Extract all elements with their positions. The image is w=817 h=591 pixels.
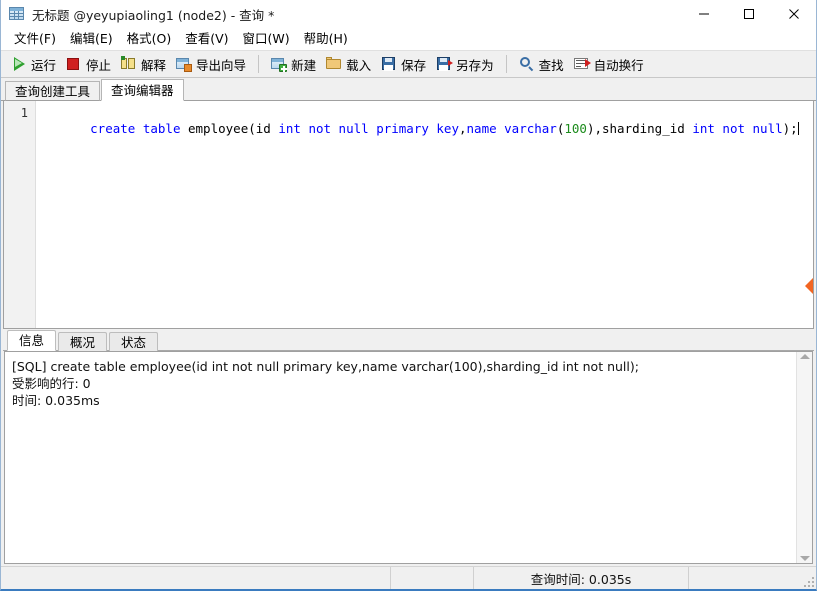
sql-code-area[interactable]: create table employee(id int not null pr… <box>36 101 813 328</box>
toolbar: 运行 停止 解释 导出向导 新建 <box>1 50 816 78</box>
export-wizard-label: 导出向导 <box>196 55 246 74</box>
minimize-button[interactable] <box>681 0 726 28</box>
sql-statement: create table employee(id int not null pr… <box>90 121 798 136</box>
message-output-area: [SQL] create table employee(id int not n… <box>4 351 813 564</box>
line-number-gutter: 1 <box>4 101 36 328</box>
close-icon <box>788 8 800 20</box>
scroll-up-icon[interactable] <box>800 354 810 359</box>
save-as-label: 另存为 <box>456 55 494 74</box>
tab-status[interactable]: 状态 <box>109 332 158 351</box>
word-wrap-icon <box>574 56 590 72</box>
close-button[interactable] <box>771 0 816 28</box>
stop-label: 停止 <box>86 55 111 74</box>
save-as-button[interactable]: 另存为 <box>431 53 499 75</box>
results-panel: 信息 概况 状态 [SQL] create table employee(id … <box>1 329 816 566</box>
export-wizard-button[interactable]: 导出向导 <box>171 53 251 75</box>
query-editor-window: 无标题 @yeyupiaoling1 (node2) - 查询 * 文件 <box>0 0 817 591</box>
status-query-time: 查询时间: 0.035s <box>474 567 689 589</box>
save-button[interactable]: 保存 <box>376 53 431 75</box>
run-label: 运行 <box>31 55 56 74</box>
edit-marker-icon <box>805 277 814 295</box>
sql-editor[interactable]: 1 create table employee(id int not null … <box>3 101 814 329</box>
tab-info[interactable]: 信息 <box>7 330 56 351</box>
message-text: [SQL] create table employee(id int not n… <box>5 352 796 563</box>
folder-open-icon <box>326 56 342 72</box>
stop-button[interactable]: 停止 <box>61 53 116 75</box>
new-table-icon <box>271 56 287 72</box>
floppy-disk-arrow-icon <box>436 56 452 72</box>
floppy-disk-icon <box>381 56 397 72</box>
line-number: 1 <box>4 105 35 121</box>
toolbar-separator-1 <box>258 55 259 73</box>
table-grid-icon <box>9 6 25 22</box>
tab-query-builder-label: 查询创建工具 <box>15 84 90 99</box>
menu-window[interactable]: 窗口(W) <box>236 29 297 49</box>
tab-query-editor[interactable]: 查询编辑器 <box>101 79 184 101</box>
menu-bar: 文件(F) 编辑(E) 格式(O) 查看(V) 窗口(W) 帮助(H) <box>1 28 816 50</box>
tab-status-label: 状态 <box>121 335 146 350</box>
maximize-icon <box>743 8 755 20</box>
status-cell-2 <box>391 567 474 589</box>
tab-info-label: 信息 <box>19 333 44 348</box>
menu-format-label: 格式(O) <box>127 31 172 46</box>
menu-file[interactable]: 文件(F) <box>7 29 63 49</box>
find-label: 查找 <box>539 55 564 74</box>
play-icon <box>11 56 27 72</box>
save-label: 保存 <box>401 55 426 74</box>
explain-button[interactable]: 解释 <box>116 53 171 75</box>
toolbar-separator-2 <box>506 55 507 73</box>
maximize-button[interactable] <box>726 0 771 28</box>
scroll-down-icon[interactable] <box>800 556 810 561</box>
results-tab-strip: 信息 概况 状态 <box>1 329 816 351</box>
menu-window-label: 窗口(W) <box>243 31 290 46</box>
menu-help-label: 帮助(H) <box>304 31 348 46</box>
auto-wrap-label: 自动换行 <box>594 55 644 74</box>
menu-format[interactable]: 格式(O) <box>120 29 179 49</box>
export-wizard-icon <box>176 56 192 72</box>
auto-wrap-button[interactable]: 自动换行 <box>569 53 649 75</box>
tab-profile-label: 概况 <box>70 335 95 350</box>
window-controls <box>681 0 816 28</box>
resize-grip-icon[interactable] <box>804 577 814 587</box>
menu-view[interactable]: 查看(V) <box>178 29 235 49</box>
tab-profile[interactable]: 概况 <box>58 332 107 351</box>
menu-edit-label: 编辑(E) <box>70 31 113 46</box>
search-icon <box>519 56 535 72</box>
new-label: 新建 <box>291 55 316 74</box>
load-label: 载入 <box>346 55 371 74</box>
run-button[interactable]: 运行 <box>6 53 61 75</box>
explain-icon <box>121 56 137 72</box>
menu-help[interactable]: 帮助(H) <box>297 29 355 49</box>
menu-file-label: 文件(F) <box>14 31 56 46</box>
tab-query-editor-label: 查询编辑器 <box>111 83 174 98</box>
text-caret <box>798 122 799 135</box>
new-button[interactable]: 新建 <box>266 53 321 75</box>
status-cell-4 <box>689 567 816 589</box>
explain-label: 解释 <box>141 55 166 74</box>
tab-query-builder[interactable]: 查询创建工具 <box>5 81 100 101</box>
minimize-icon <box>698 8 710 20</box>
title-bar: 无标题 @yeyupiaoling1 (node2) - 查询 * <box>1 0 816 28</box>
message-scrollbar[interactable] <box>796 352 812 563</box>
status-cell-1 <box>1 567 391 589</box>
find-button[interactable]: 查找 <box>514 53 569 75</box>
menu-view-label: 查看(V) <box>185 31 228 46</box>
menu-edit[interactable]: 编辑(E) <box>63 29 120 49</box>
editor-tab-strip: 查询创建工具 查询编辑器 <box>1 78 816 101</box>
load-button[interactable]: 载入 <box>321 53 376 75</box>
stop-square-icon <box>66 56 82 72</box>
status-bar: 查询时间: 0.035s <box>1 566 816 589</box>
window-title: 无标题 @yeyupiaoling1 (node2) - 查询 * <box>32 5 274 24</box>
